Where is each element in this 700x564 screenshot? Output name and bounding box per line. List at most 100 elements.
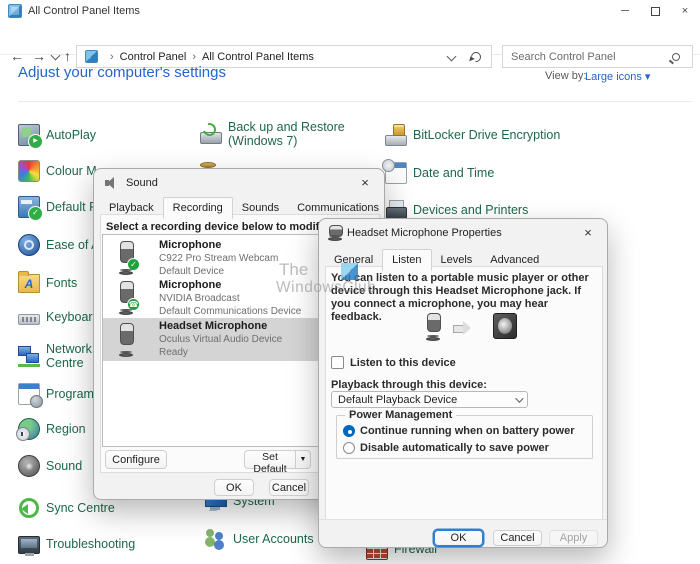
cancel-button[interactable]: Cancel: [269, 479, 309, 496]
cp-item-sync-centre[interactable]: Sync Centre: [18, 497, 115, 519]
cp-item-label: Sync Centre: [46, 501, 115, 515]
cp-item-label: Ease of A: [46, 238, 100, 252]
cp-item-troubleshooting[interactable]: Troubleshooting: [18, 534, 135, 554]
tab-playback[interactable]: Playback: [100, 198, 163, 218]
user-accounts-icon: [205, 528, 227, 550]
cp-item-programs[interactable]: Programs: [18, 383, 100, 405]
microphone-icon: [330, 225, 340, 241]
cp-item-backup-restore[interactable]: Back up and Restore(Windows 7): [200, 120, 345, 148]
close-icon[interactable]: ×: [356, 174, 374, 192]
window-title: All Control Panel Items: [28, 5, 140, 17]
power-management-title: Power Management: [345, 409, 456, 421]
cp-item-network-centre[interactable]: NetworkCentre: [18, 342, 92, 370]
sync-centre-icon: [18, 497, 40, 519]
cp-item-label: User Accounts: [233, 532, 314, 546]
ok-button[interactable]: OK: [214, 479, 254, 496]
tab-sounds[interactable]: Sounds: [233, 198, 288, 218]
colour-management-icon: [18, 160, 40, 182]
search-icon: [672, 53, 680, 61]
cp-item-label: Keyboard: [46, 310, 100, 324]
microphone-icon: [113, 241, 139, 275]
cp-item-region[interactable]: Region: [18, 418, 86, 440]
tab-levels[interactable]: Levels: [432, 250, 482, 270]
cp-item-sound[interactable]: Sound: [18, 455, 82, 477]
microphone-icon: [425, 313, 441, 341]
set-default-button[interactable]: Set Default: [244, 450, 296, 469]
select-chevron-icon: [515, 394, 523, 402]
tab-listen[interactable]: Listen: [382, 249, 431, 271]
microphone-icon: [113, 281, 139, 315]
radio-continue-running-label: Continue running when on battery power: [360, 425, 575, 437]
close-icon[interactable]: ×: [579, 224, 597, 242]
refresh-icon[interactable]: [469, 49, 483, 63]
cp-item-label: Colour M: [46, 164, 97, 178]
cp-item-default-programs[interactable]: Default P: [18, 196, 97, 218]
recent-locations-chevron-icon[interactable]: [51, 51, 61, 61]
cp-item-keyboard[interactable]: Keyboard: [18, 308, 100, 325]
cp-item-label: Devices and Printers: [413, 203, 528, 217]
page-title: Adjust your computer's settings: [18, 64, 226, 81]
title-bar: All Control Panel Items ─ ×: [0, 0, 700, 22]
up-icon[interactable]: ↑: [64, 49, 71, 63]
radio-disable-to-save-power[interactable]: [343, 442, 355, 454]
listen-description: You can listen to a portable music playe…: [331, 272, 591, 324]
backup-restore-icon: [200, 123, 222, 145]
device-description: C922 Pro Stream Webcam: [159, 252, 278, 265]
view-by-dropdown[interactable]: Large icons ▾: [585, 70, 650, 83]
breadcrumb-current[interactable]: All Control Panel Items: [202, 51, 314, 63]
device-name: Microphone: [159, 239, 278, 252]
configure-button[interactable]: Configure: [105, 450, 167, 469]
cp-item-user-accounts[interactable]: User Accounts: [205, 528, 314, 550]
cancel-button[interactable]: Cancel: [493, 530, 542, 546]
apply-button[interactable]: Apply: [549, 530, 598, 546]
arrow-right-icon: [453, 321, 473, 335]
network-icon: [18, 345, 40, 367]
view-by-label: View by:: [545, 70, 586, 82]
default-check-badge: [127, 258, 140, 271]
set-default-dropdown-icon[interactable]: ▼: [295, 450, 311, 469]
cp-item-ease-of-access[interactable]: Ease of A: [18, 234, 100, 256]
programs-icon: [18, 383, 40, 405]
cp-item-label: AutoPlay: [46, 128, 96, 142]
tab-recording[interactable]: Recording: [163, 197, 233, 219]
device-status: Default Device: [159, 265, 278, 278]
forward-icon[interactable]: →: [32, 49, 46, 63]
minimize-button[interactable]: ─: [610, 0, 640, 22]
date-time-icon: [385, 162, 407, 184]
cp-item-label-line2: Centre: [46, 356, 92, 370]
tab-advanced[interactable]: Advanced: [481, 250, 548, 270]
device-description: Oculus Virtual Audio Device: [159, 333, 282, 346]
search-input[interactable]: [503, 51, 672, 63]
cp-item-autoplay[interactable]: AutoPlay: [18, 124, 96, 146]
radio-disable-to-save-power-label: Disable automatically to save power: [360, 442, 549, 454]
breadcrumb-root[interactable]: Control Panel: [120, 51, 187, 63]
bitlocker-icon: [385, 124, 407, 146]
tab-communications[interactable]: Communications: [288, 198, 388, 218]
device-description: NVIDIA Broadcast: [159, 292, 301, 305]
cp-item-label: Fonts: [46, 276, 77, 290]
cp-item-date-time[interactable]: Date and Time: [385, 162, 494, 184]
view-by-value: Large icons: [585, 71, 642, 83]
cp-item-fonts[interactable]: Fonts: [18, 272, 77, 293]
listen-to-device-checkbox[interactable]: [331, 356, 344, 369]
back-icon[interactable]: ←: [10, 49, 24, 63]
ok-button[interactable]: OK: [434, 530, 483, 546]
cp-item-bitlocker[interactable]: BitLocker Drive Encryption: [385, 124, 560, 146]
speaker-icon: [493, 313, 517, 339]
address-dropdown-chevron-icon[interactable]: [447, 52, 457, 62]
control-panel-icon: [8, 4, 22, 18]
search-box[interactable]: [502, 45, 693, 68]
default-programs-icon: [18, 196, 40, 218]
playback-device-value: Default Playback Device: [338, 394, 457, 406]
device-name: Headset Microphone: [159, 320, 282, 333]
properties-dialog-titlebar: Headset Microphone Properties: [319, 219, 607, 247]
microphone-icon: [113, 323, 139, 357]
cp-item-label: Network: [46, 342, 92, 356]
radio-continue-running[interactable]: [343, 425, 355, 437]
maximize-button[interactable]: [640, 0, 670, 22]
tab-general[interactable]: General: [325, 250, 382, 270]
close-button[interactable]: ×: [670, 0, 700, 22]
playback-device-select[interactable]: Default Playback Device: [331, 391, 528, 408]
cp-item-colour-management[interactable]: Colour M: [18, 160, 97, 182]
breadcrumb-separator: ›: [192, 51, 196, 63]
